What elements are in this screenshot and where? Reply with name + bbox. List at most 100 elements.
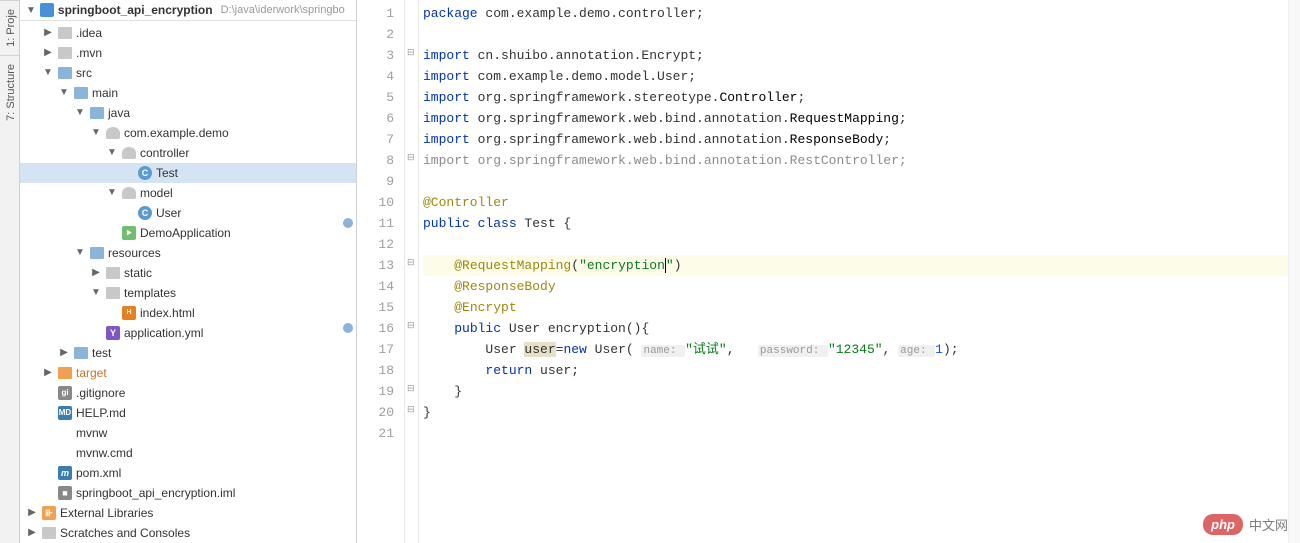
tree-label: controller (140, 144, 189, 162)
code-line[interactable] (423, 234, 1288, 255)
tree-item[interactable]: CUser (20, 203, 356, 223)
fold-toggle-icon[interactable]: ⊟ (407, 257, 415, 268)
tree-item[interactable]: Hindex.html (20, 303, 356, 323)
project-tree[interactable]: ▶.idea▶.mvn▼src▼main▼java▼com.example.de… (20, 21, 356, 543)
code-line[interactable]: } (423, 381, 1288, 402)
code-line[interactable]: import org.springframework.stereotype.Co… (423, 87, 1288, 108)
project-panel: ▼ springboot_api_encryption D:\java\ider… (20, 0, 357, 543)
tree-item[interactable]: ■springboot_api_encryption.iml (20, 483, 356, 503)
tree-item[interactable]: mvnw.cmd (20, 443, 356, 463)
tree-label: HELP.md (76, 404, 126, 422)
chevron-icon: ▶ (26, 504, 38, 522)
tree-label: External Libraries (60, 504, 153, 522)
fold-toggle-icon[interactable]: ⊟ (407, 404, 415, 415)
tree-item[interactable]: ▶target (20, 363, 356, 383)
code-line[interactable] (423, 24, 1288, 45)
chevron-icon: ▼ (90, 124, 102, 142)
tree-label: DemoApplication (140, 224, 231, 242)
code-line[interactable]: @ResponseBody (423, 276, 1288, 297)
code-line[interactable]: import com.example.demo.model.User; (423, 66, 1288, 87)
tree-item[interactable]: ▼com.example.demo (20, 123, 356, 143)
tree-item[interactable]: Yapplication.yml (20, 323, 356, 343)
tree-label: index.html (140, 304, 195, 322)
project-header[interactable]: ▼ springboot_api_encryption D:\java\ider… (20, 0, 356, 21)
tree-label: target (76, 364, 107, 382)
chevron-icon: ▶ (42, 44, 54, 62)
code-line[interactable]: package com.example.demo.controller; (423, 3, 1288, 24)
tree-label: mvnw (76, 424, 107, 442)
tree-item[interactable]: mpom.xml (20, 463, 356, 483)
project-icon (40, 3, 54, 17)
tree-item[interactable]: ▼model (20, 183, 356, 203)
code-line[interactable]: @Encrypt (423, 297, 1288, 318)
tree-label: resources (108, 244, 161, 262)
tree-label: .mvn (76, 44, 102, 62)
tree-label: pom.xml (76, 464, 121, 482)
code-line[interactable]: return user; (423, 360, 1288, 381)
tree-item[interactable]: ▶Scratches and Consoles (20, 523, 356, 543)
code-line[interactable]: @Controller (423, 192, 1288, 213)
tree-item[interactable]: ▼java (20, 103, 356, 123)
tree-item[interactable]: ▼ controller (20, 143, 356, 163)
tree-item[interactable]: ▶ .idea (20, 23, 356, 43)
tree-label: templates (124, 284, 176, 302)
fold-column: ⊟ ⊟ ⊟ ⊟ ⊟ ⊟ (405, 0, 419, 543)
project-path: D:\java\iderwork\springbo (221, 4, 345, 16)
tree-label: .idea (76, 24, 102, 42)
project-title: springboot_api_encryption (58, 3, 213, 17)
gutter-run-icon[interactable] (343, 323, 353, 333)
tree-item[interactable]: ▶ .mvn (20, 43, 356, 63)
tree-label: Test (156, 164, 178, 182)
chevron-icon: ▼ (106, 144, 118, 162)
code-line[interactable]: } (423, 402, 1288, 423)
chevron-icon: ▼ (74, 244, 86, 262)
tree-label: mvnw.cmd (76, 444, 133, 462)
code-line[interactable]: public class Test { (423, 213, 1288, 234)
tab-project[interactable]: 1: Proje (0, 0, 19, 55)
chevron-down-icon: ▼ (26, 5, 36, 16)
tree-item[interactable]: gi.gitignore (20, 383, 356, 403)
chevron-icon: ▼ (90, 284, 102, 302)
code-line[interactable]: @RequestMapping("encryption") (423, 255, 1288, 276)
chevron-icon: ▼ (74, 104, 86, 122)
tree-label: springboot_api_encryption.iml (76, 484, 235, 502)
tree-label: main (92, 84, 118, 102)
tree-item[interactable]: ▼src (20, 63, 356, 83)
scrollbar[interactable] (1288, 0, 1300, 543)
tree-label: src (76, 64, 92, 82)
tree-item[interactable]: ▼ templates (20, 283, 356, 303)
tab-structure[interactable]: 7: Structure (0, 55, 19, 129)
code-line[interactable] (423, 423, 1288, 444)
tree-label: model (140, 184, 173, 202)
tree-item[interactable]: CTest (20, 163, 356, 183)
tree-item[interactable]: ▶static (20, 263, 356, 283)
tree-label: application.yml (124, 324, 203, 342)
fold-toggle-icon[interactable]: ⊟ (407, 47, 415, 58)
code-area[interactable]: package com.example.demo.controller; impo… (419, 0, 1288, 543)
tree-item[interactable]: ⯈DemoApplication (20, 223, 356, 243)
code-line[interactable]: import org.springframework.web.bind.anno… (423, 150, 1288, 171)
chevron-icon: ▶ (42, 24, 54, 42)
watermark-badge: php (1203, 514, 1243, 535)
code-line[interactable] (423, 171, 1288, 192)
fold-toggle-icon[interactable]: ⊟ (407, 383, 415, 394)
gutter-run-icon[interactable] (343, 218, 353, 228)
chevron-icon: ▶ (58, 344, 70, 362)
tree-item[interactable]: ▶⊪External Libraries (20, 503, 356, 523)
tree-label: Scratches and Consoles (60, 524, 190, 542)
code-line[interactable]: User user=new User( name: "试试", password… (423, 339, 1288, 360)
line-number-gutter: 123456789101112131415161718192021 (357, 0, 405, 543)
code-line[interactable]: import org.springframework.web.bind.anno… (423, 108, 1288, 129)
code-line[interactable]: import org.springframework.web.bind.anno… (423, 129, 1288, 150)
code-line[interactable]: public User encryption(){ (423, 318, 1288, 339)
tree-label: User (156, 204, 181, 222)
fold-toggle-icon[interactable]: ⊟ (407, 320, 415, 331)
tree-item[interactable]: MDHELP.md (20, 403, 356, 423)
tree-item[interactable]: mvnw (20, 423, 356, 443)
tree-item[interactable]: ▼ resources (20, 243, 356, 263)
tree-item[interactable]: ▶test (20, 343, 356, 363)
code-line[interactable]: import cn.shuibo.annotation.Encrypt; (423, 45, 1288, 66)
code-editor[interactable]: 123456789101112131415161718192021 ⊟⊟⊟⊟⊟⊟… (357, 0, 1300, 543)
fold-toggle-icon[interactable]: ⊟ (407, 152, 415, 163)
tree-item[interactable]: ▼main (20, 83, 356, 103)
